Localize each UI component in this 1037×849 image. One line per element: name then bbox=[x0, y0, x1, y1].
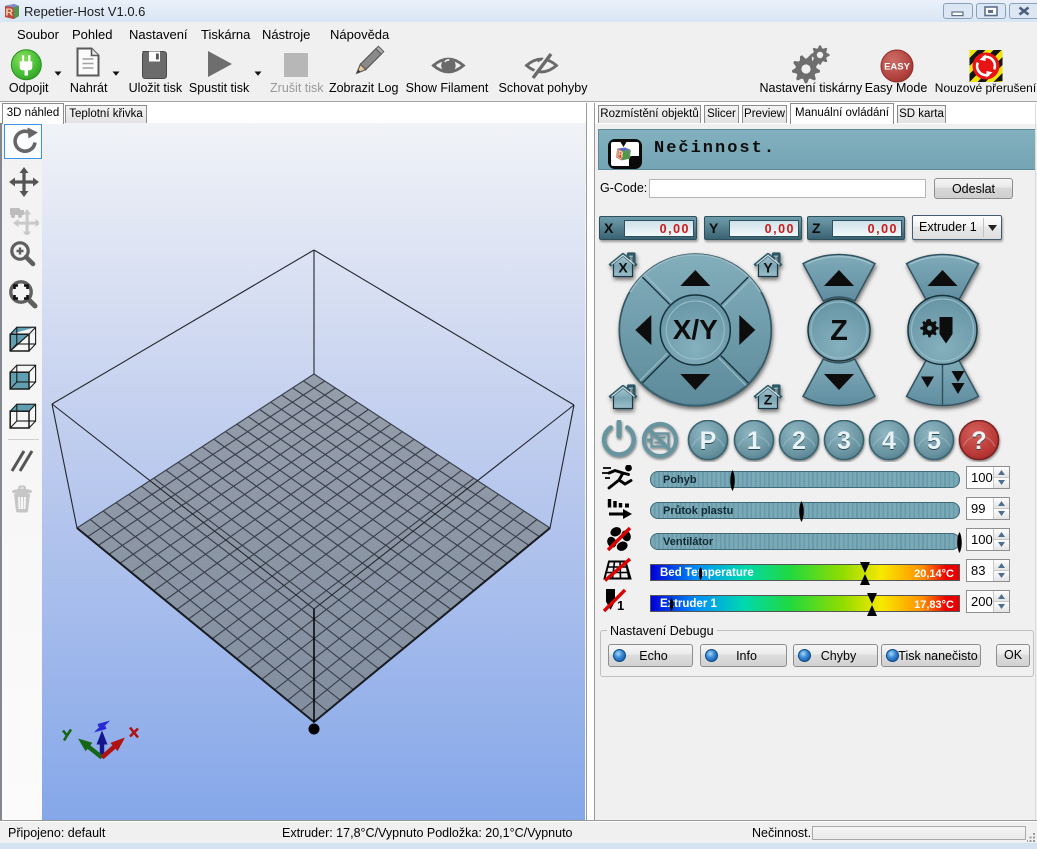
svg-text:2: 2 bbox=[792, 427, 806, 455]
svg-text:Y: Y bbox=[763, 260, 773, 276]
svg-text:1: 1 bbox=[617, 598, 624, 613]
svg-text:P: P bbox=[700, 427, 717, 455]
svg-text:X/Y: X/Y bbox=[673, 314, 718, 345]
svg-text:X: X bbox=[618, 260, 628, 276]
svg-text:4: 4 bbox=[882, 427, 896, 455]
svg-text:R: R bbox=[6, 7, 14, 19]
svg-text:Z: Z bbox=[764, 392, 773, 408]
svg-text:3: 3 bbox=[837, 427, 851, 455]
svg-text:5: 5 bbox=[927, 427, 941, 455]
svg-text:Z: Z bbox=[830, 315, 848, 347]
svg-text:EASY: EASY bbox=[884, 62, 911, 73]
svg-text:1: 1 bbox=[747, 427, 761, 455]
svg-text:?: ? bbox=[971, 427, 986, 455]
